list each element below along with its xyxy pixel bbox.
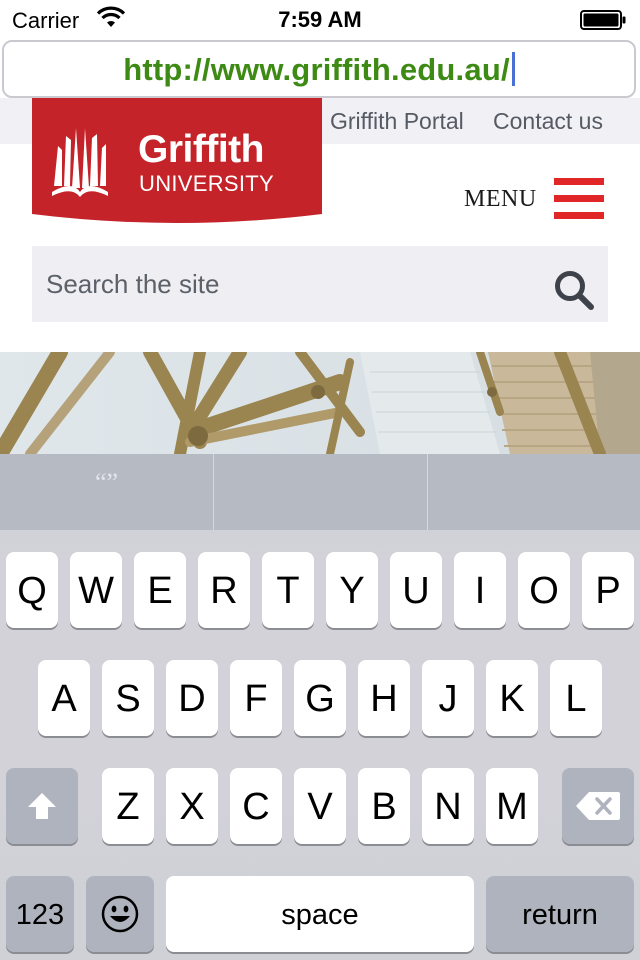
menu-label[interactable]: MENU [464,186,537,213]
key-b[interactable]: B [358,768,410,844]
key-p[interactable]: P [582,552,634,628]
key-e[interactable]: E [134,552,186,628]
logo-wordmark: Griffith [138,128,264,171]
key-n[interactable]: N [422,768,474,844]
key-j[interactable]: J [422,660,474,736]
return-key[interactable]: return [486,876,634,952]
site-search [32,246,608,322]
suggestion-cell[interactable]: “” [0,454,213,530]
key-r[interactable]: R [198,552,250,628]
text-cursor [511,52,515,86]
key-k[interactable]: K [486,660,538,736]
clock: 7:59 AM [278,7,362,32]
search-input[interactable] [32,246,542,322]
key-w[interactable]: W [70,552,122,628]
key-c[interactable]: C [230,768,282,844]
key-o[interactable]: O [518,552,570,628]
key-i[interactable]: I [454,552,506,628]
numbers-key[interactable]: 123 [6,876,74,952]
key-l[interactable]: L [550,660,602,736]
url-bar[interactable]: http://www.griffith.edu.au/ [2,40,636,98]
key-a[interactable]: A [38,660,90,736]
hero-photo [0,352,640,454]
url-text[interactable]: http://www.griffith.edu.au/ [123,52,510,87]
status-bar: Carrier 7:59 AM [0,0,640,40]
contact-us-link[interactable]: Contact us [493,108,603,135]
key-f[interactable]: F [230,660,282,736]
shift-key[interactable] [6,768,78,844]
backspace-key[interactable] [562,768,634,844]
suggestion-cell[interactable] [427,454,640,530]
shift-arrow-icon [28,793,56,819]
griffith-portal-link[interactable]: Griffith Portal [330,108,464,135]
emoji-icon [101,895,139,933]
key-x[interactable]: X [166,768,218,844]
key-m[interactable]: M [486,768,538,844]
onscreen-keyboard: “” Q W E R T Y U I O P A S D F G H J K L… [0,454,640,960]
predictive-bar: “” [0,454,640,530]
suggestion-cell[interactable] [213,454,427,530]
key-d[interactable]: D [166,660,218,736]
key-h[interactable]: H [358,660,410,736]
key-u[interactable]: U [390,552,442,628]
backspace-icon [576,792,620,820]
key-v[interactable]: V [294,768,346,844]
battery-icon [580,10,626,30]
key-y[interactable]: Y [326,552,378,628]
key-g[interactable]: G [294,660,346,736]
search-icon[interactable] [552,268,596,312]
hero-image [0,352,640,454]
key-t[interactable]: T [262,552,314,628]
quotes-suggestion[interactable]: “” [0,468,213,498]
griffith-logo[interactable]: Griffith UNIVERSITY [32,98,322,228]
space-bar[interactable]: space [166,876,474,952]
key-s[interactable]: S [102,660,154,736]
key-z[interactable]: Z [102,768,154,844]
emoji-key[interactable] [86,876,154,952]
logo-subtitle: UNIVERSITY [139,171,275,196]
key-q[interactable]: Q [6,552,58,628]
hamburger-menu-icon[interactable] [554,178,604,220]
